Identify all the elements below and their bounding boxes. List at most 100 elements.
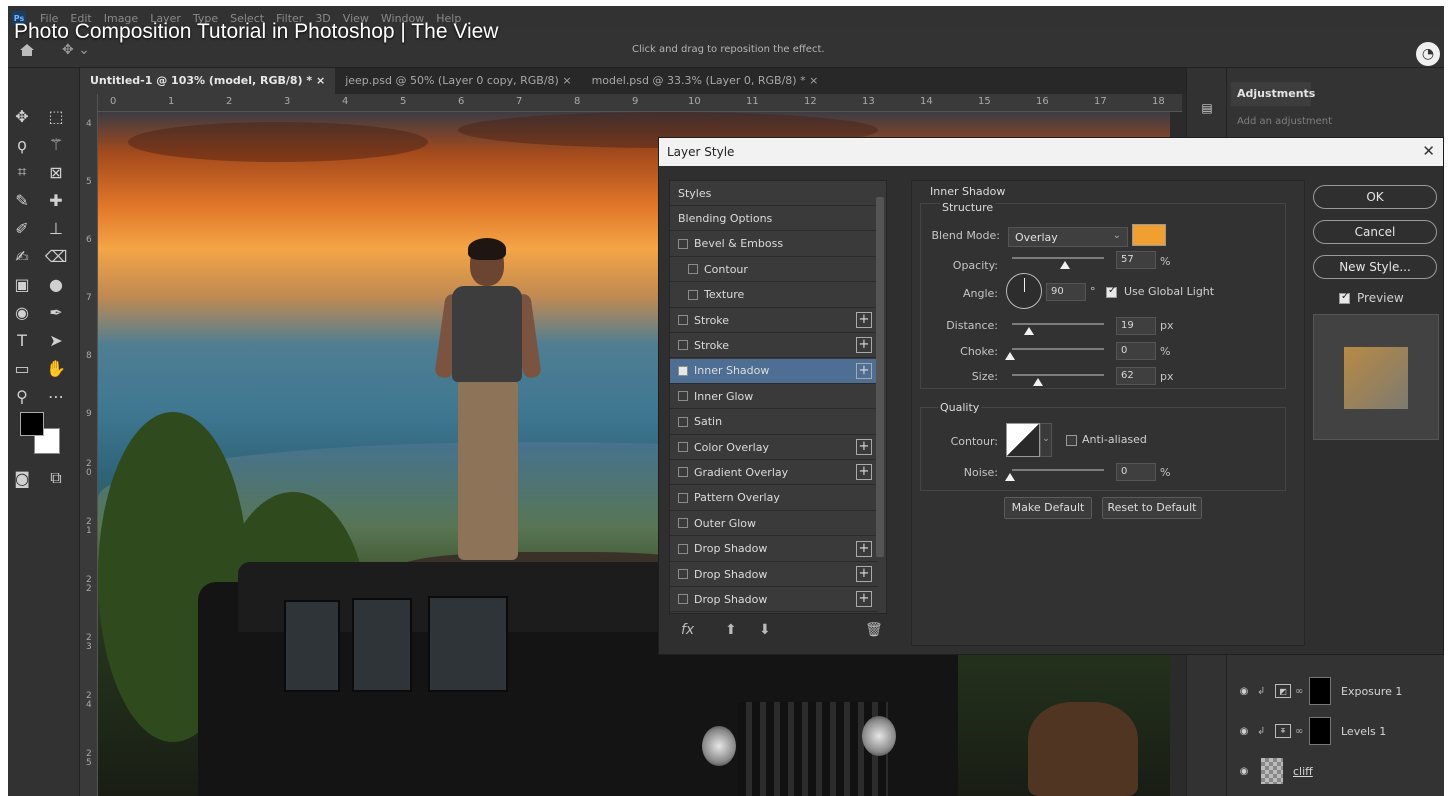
opacity-slider[interactable] — [1012, 257, 1104, 259]
tab-model[interactable]: model.psd @ 33.3% (Layer 0, RGB/8) * × — [582, 68, 829, 94]
style-item[interactable]: Outer Glow — [670, 511, 878, 537]
style-item[interactable]: Texture — [670, 283, 878, 308]
style-checkbox[interactable] — [678, 391, 688, 402]
fx-button[interactable]: fx — [681, 622, 694, 638]
link-icon[interactable]: ∞ — [1295, 686, 1307, 697]
add-effect-icon[interactable]: + — [856, 566, 872, 582]
close-icon[interactable]: ✕ — [1422, 142, 1435, 160]
eye-icon[interactable]: ◉ — [1237, 686, 1251, 697]
style-item[interactable]: Satin — [670, 410, 878, 435]
style-item[interactable]: Drop Shadow + — [670, 587, 878, 613]
dodge-tool-icon[interactable]: ◉ — [10, 300, 34, 324]
style-checkbox[interactable] — [678, 518, 688, 529]
quick-mask-icon[interactable]: ◙ — [10, 466, 34, 490]
add-effect-icon[interactable]: + — [856, 591, 872, 608]
style-checkbox[interactable] — [678, 467, 688, 478]
move-tool-option-icon[interactable]: ✥ ⌄ — [62, 42, 90, 58]
style-item[interactable]: Bevel & Emboss — [670, 232, 878, 257]
style-item[interactable]: Drop Shadow + — [670, 537, 878, 562]
style-checkbox[interactable] — [678, 442, 688, 452]
tab-jeep[interactable]: jeep.psd @ 50% (Layer 0 copy, RGB/8) × — [335, 68, 581, 94]
style-checkbox[interactable] — [678, 492, 688, 503]
make-default-button[interactable]: Make Default — [1004, 497, 1092, 519]
move-down-icon[interactable]: ⬇ — [759, 622, 771, 638]
rectangle-tool-icon[interactable]: ▭ — [10, 356, 34, 380]
blur-tool-icon[interactable]: ● — [44, 272, 68, 296]
magic-wand-icon[interactable]: ⚚ — [44, 132, 68, 156]
size-slider-handle[interactable] — [1033, 378, 1043, 386]
opacity-slider-handle[interactable] — [1060, 261, 1070, 269]
angle-input[interactable]: 90 — [1046, 283, 1086, 301]
chevron-down-icon[interactable]: ⌄ — [1040, 423, 1052, 457]
style-item[interactable]: Inner Shadow + — [670, 358, 878, 384]
size-slider[interactable] — [1012, 374, 1104, 376]
style-checkbox[interactable] — [678, 594, 688, 605]
home-icon[interactable] — [20, 44, 34, 56]
screen-mode-icon[interactable]: ⧉ — [44, 466, 68, 490]
lasso-tool-icon[interactable]: ϙ — [10, 132, 34, 156]
zoom-tool-icon[interactable]: ⚲ — [10, 384, 34, 408]
noise-input[interactable]: 0 — [1116, 463, 1156, 481]
cancel-button[interactable]: Cancel — [1313, 220, 1437, 244]
style-item[interactable]: Color Overlay + — [670, 435, 878, 460]
style-item[interactable]: Contour — [670, 257, 878, 283]
add-effect-icon[interactable]: + — [856, 540, 872, 557]
brush-tool-icon[interactable]: ✐ — [10, 216, 34, 240]
list-scrollbar[interactable] — [876, 197, 884, 557]
add-effect-icon[interactable]: + — [856, 362, 872, 379]
style-item[interactable]: Stroke + — [670, 308, 878, 333]
distance-input[interactable]: 19 — [1116, 317, 1156, 335]
add-effect-icon[interactable]: + — [856, 439, 872, 455]
frame-tool-icon[interactable]: ⊠ — [44, 160, 68, 184]
style-checkbox[interactable] — [678, 416, 688, 427]
layer-row-cliff[interactable]: ◉ cliff — [1227, 752, 1444, 790]
style-checkbox[interactable] — [678, 340, 688, 351]
crop-tool-icon[interactable]: ⌗ — [10, 160, 34, 184]
style-item[interactable]: Inner Glow — [670, 384, 878, 410]
add-effect-icon[interactable]: + — [856, 312, 872, 328]
style-item[interactable]: Drop Shadow + — [670, 562, 878, 587]
move-tool-icon[interactable]: ✥ — [10, 104, 34, 128]
path-select-icon[interactable]: ➤ — [44, 328, 68, 352]
layer-row-levels[interactable]: ◉ ↲ ⩨ ∞ Levels 1 — [1227, 712, 1444, 750]
opacity-input[interactable]: 57 — [1116, 251, 1156, 269]
style-item[interactable]: Gradient Overlay + — [670, 460, 878, 486]
hand-tool-icon[interactable]: ✋ — [44, 356, 68, 380]
noise-slider-handle[interactable] — [1005, 473, 1015, 481]
style-checkbox[interactable] — [688, 289, 698, 300]
style-item[interactable]: Pattern Overlay — [670, 486, 878, 511]
gradient-tool-icon[interactable]: ▣ — [10, 272, 34, 296]
layer-mask[interactable] — [1309, 717, 1331, 745]
trash-icon[interactable]: 🗑 — [865, 622, 883, 638]
contour-preview[interactable] — [1006, 423, 1040, 457]
style-checkbox[interactable] — [678, 238, 688, 249]
choke-slider[interactable] — [1012, 348, 1104, 350]
ok-button[interactable]: OK — [1313, 185, 1437, 209]
style-checkbox[interactable] — [678, 569, 688, 579]
pen-tool-icon[interactable]: ✒ — [44, 300, 68, 324]
distance-slider[interactable] — [1012, 323, 1104, 325]
eraser-icon[interactable]: ⌫ — [44, 244, 68, 268]
eye-icon[interactable]: ◉ — [1237, 766, 1251, 777]
style-checkbox[interactable] — [678, 315, 688, 325]
blend-mode-select[interactable]: Overlay ⌄ — [1008, 227, 1128, 247]
use-global-light-checkbox[interactable] — [1106, 285, 1117, 298]
foreground-color-swatch[interactable] — [20, 412, 44, 436]
preview-checkbox[interactable] — [1339, 291, 1350, 304]
add-effect-icon[interactable]: + — [856, 337, 872, 354]
adjustments-tab[interactable]: Adjustments — [1231, 82, 1315, 106]
style-item[interactable]: Stroke + — [670, 333, 878, 359]
anti-aliased-checkbox[interactable] — [1066, 435, 1077, 446]
size-input[interactable]: 62 — [1116, 367, 1156, 385]
marquee-tool-icon[interactable]: ⬚ — [44, 104, 68, 128]
properties-icon[interactable]: ▤ — [1195, 96, 1219, 120]
move-up-icon[interactable]: ⬆ — [725, 622, 737, 638]
eyedropper-icon[interactable]: ✎ — [10, 188, 34, 212]
add-effect-icon[interactable]: + — [856, 464, 872, 481]
style-checkbox[interactable] — [688, 264, 698, 275]
choke-input[interactable]: 0 — [1116, 342, 1156, 360]
healing-brush-icon[interactable]: ✚ — [44, 188, 68, 212]
style-item[interactable]: Styles — [670, 181, 878, 206]
choke-slider-handle[interactable] — [1005, 352, 1015, 360]
shadow-color-swatch[interactable] — [1132, 224, 1166, 246]
